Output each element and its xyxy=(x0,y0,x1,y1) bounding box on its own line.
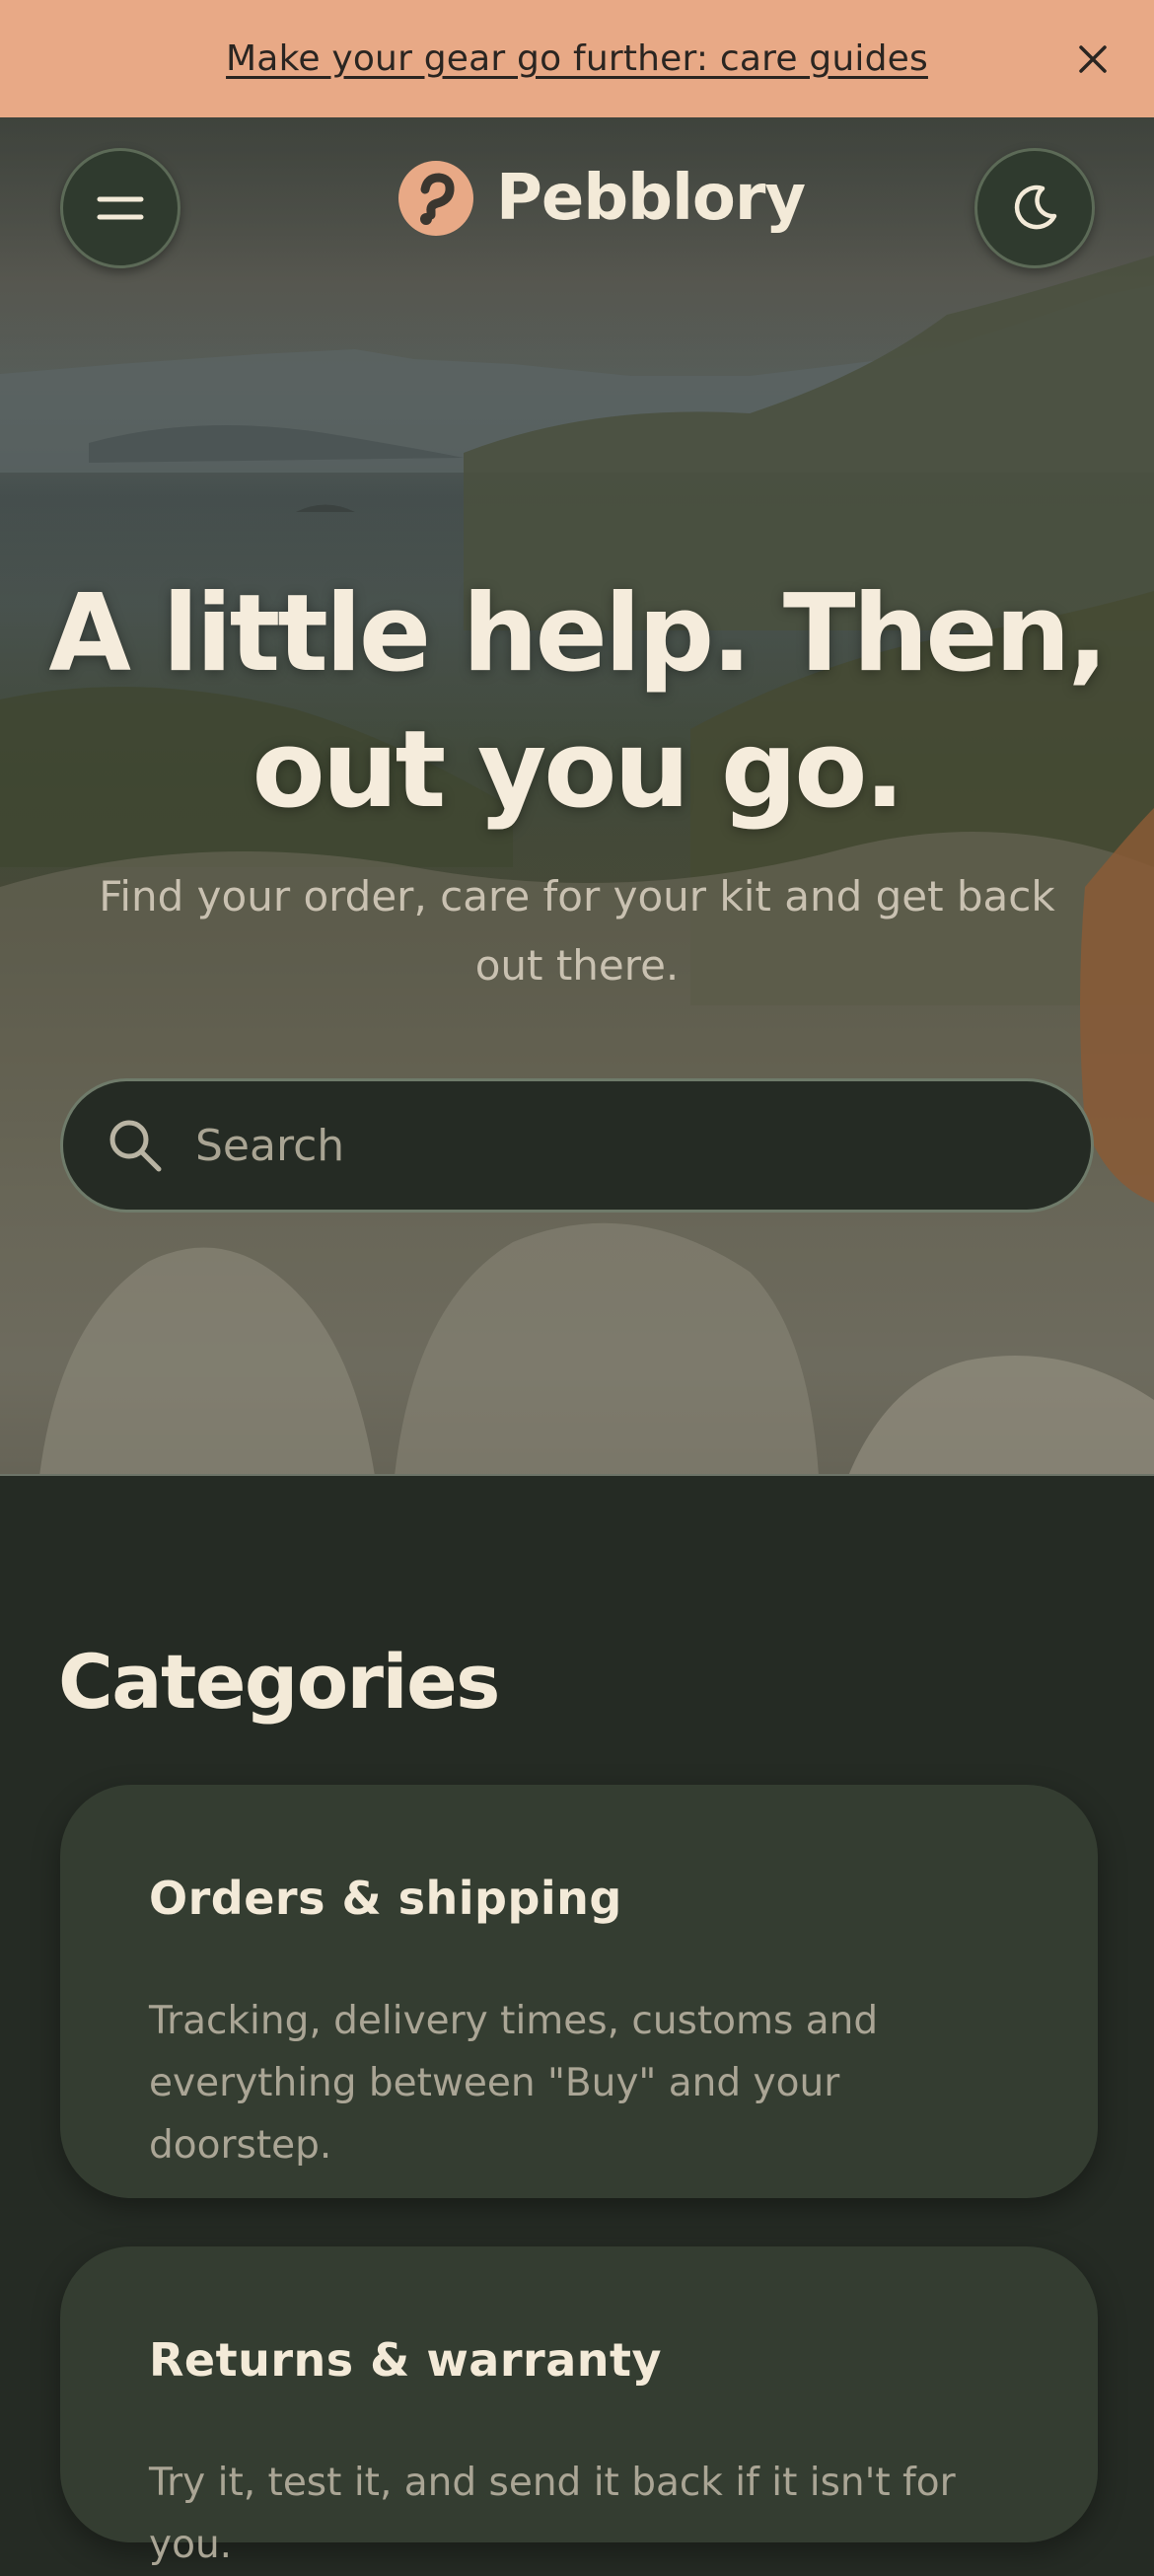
category-card-title: Returns & warranty xyxy=(149,2333,662,2387)
search-input[interactable] xyxy=(193,1081,1091,1210)
category-card-title: Orders & shipping xyxy=(149,1872,622,1925)
hero-subtitle: Find your order, care for your kit and g… xyxy=(99,872,1055,990)
hero-title-line-2: out you go. xyxy=(252,708,905,832)
search-icon xyxy=(109,1120,162,1172)
brand-name: Pebblory xyxy=(496,162,806,235)
category-card-description: Try it, test it, and send it back if it … xyxy=(149,2461,956,2567)
hamburger-menu-icon xyxy=(97,196,144,220)
pebble-logo-icon xyxy=(398,161,473,236)
moon-icon xyxy=(1014,184,1057,230)
category-card-description: Tracking, delivery times, customs and ev… xyxy=(149,1999,879,2168)
search-box[interactable] xyxy=(60,1078,1094,1213)
hero-title-line-1: A little help. Then, xyxy=(48,572,1108,696)
brand-logo[interactable]: Pebblory xyxy=(397,159,806,238)
category-card-returns-warranty[interactable]: Returns & warranty Try it, test it, and … xyxy=(60,2246,1098,2567)
category-card-orders-shipping[interactable]: Orders & shipping Tracking, delivery tim… xyxy=(60,1785,1098,2198)
categories-heading: Categories xyxy=(58,1638,500,1726)
announcement-banner: Make your gear go further: care guides xyxy=(0,0,1154,117)
hero-title: A little help. Then, out you go. xyxy=(0,566,1154,839)
hero-section: Pebblory A little help. Then, out you go… xyxy=(0,117,1154,1476)
care-guides-link[interactable]: Make your gear go further: care guides xyxy=(226,38,928,79)
theme-toggle-button[interactable] xyxy=(974,148,1095,268)
menu-button[interactable] xyxy=(60,148,180,268)
close-icon[interactable] xyxy=(1071,37,1115,81)
